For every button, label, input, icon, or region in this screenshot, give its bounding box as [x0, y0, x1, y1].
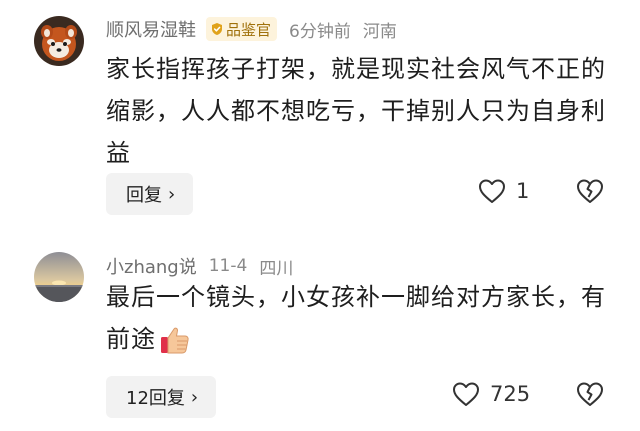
heart-icon [453, 382, 479, 406]
red-panda-avatar-icon [34, 16, 84, 66]
like-count: 725 [490, 382, 531, 406]
chevron-right-icon: › [168, 183, 176, 205]
heart-icon [479, 179, 505, 203]
avatar[interactable] [34, 16, 84, 66]
location: 河南 [362, 21, 397, 42]
comment-text: 家长指挥孩子打架，就是现实社会风气不正的缩影，人人都不想吃亏，干掉别人只为自身利… [106, 55, 606, 167]
dislike-button[interactable] [576, 381, 604, 411]
thumbs-up-emoji-icon [161, 327, 189, 354]
username[interactable]: 顺风易湿鞋 [106, 16, 196, 42]
like-button[interactable]: 725 [452, 381, 530, 407]
location: 四川 [259, 258, 294, 279]
avatar[interactable] [34, 252, 84, 302]
badge-label: 品鉴官 [226, 20, 272, 39]
dislike-button[interactable] [576, 178, 604, 208]
broken-heart-icon [577, 382, 603, 406]
like-count: 1 [516, 179, 530, 203]
shield-check-icon [212, 23, 222, 35]
reply-button[interactable]: 12回复 › [106, 376, 217, 418]
chevron-right-icon: › [190, 386, 199, 408]
reply-label: 12回复 [126, 388, 185, 409]
comment-text: 最后一个镜头，小女孩补一脚给对方家长，有前途 [106, 276, 606, 360]
broken-heart-icon [577, 179, 603, 203]
reply-label: 回复 [126, 185, 162, 206]
status-badge: 品鉴官 [206, 17, 278, 41]
timestamp: 6分钟前 [289, 21, 351, 42]
sunset-avatar-icon [34, 252, 84, 302]
comment-meta: 顺风易湿鞋 品鉴官 6分钟前 河南 [106, 15, 397, 43]
reply-button[interactable]: 回复 › [106, 173, 194, 215]
like-button[interactable]: 1 [478, 178, 529, 204]
timestamp: 11-4 [208, 256, 248, 276]
comment-item: 小zhang说 11-4 四川 最后一个镜头，小女孩补一脚给对方家长，有前途 1… [0, 240, 640, 431]
comment-item: 顺风易湿鞋 品鉴官 6分钟前 河南 家长指挥孩子打架，就是现实社会风气不正的缩影… [0, 0, 640, 232]
